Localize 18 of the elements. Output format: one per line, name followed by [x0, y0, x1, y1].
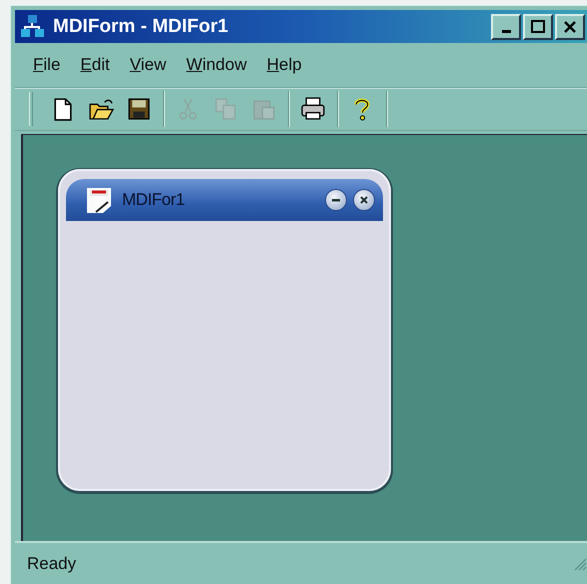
minimize-icon: [502, 30, 510, 32]
close-icon: [358, 194, 370, 206]
resize-grip-icon: [573, 556, 587, 570]
maximize-button[interactable]: [523, 14, 553, 40]
status-text: Ready: [27, 554, 78, 574]
menu-item[interactable]: View: [122, 53, 174, 77]
close-button[interactable]: [353, 189, 375, 211]
menu-item[interactable]: Edit: [72, 53, 118, 77]
window-title: MDIForm - MDIFor1: [53, 16, 230, 38]
document-icon: [84, 185, 114, 215]
printer-icon: [300, 96, 326, 122]
menu-item[interactable]: Window: [178, 53, 255, 77]
menu-item[interactable]: Help: [258, 53, 310, 77]
maximize-icon: [531, 20, 545, 34]
child-window-title: MDIFor1: [122, 190, 186, 210]
menu-item[interactable]: File: [25, 53, 68, 77]
close-icon: [563, 20, 577, 34]
minimize-button[interactable]: [325, 189, 347, 211]
